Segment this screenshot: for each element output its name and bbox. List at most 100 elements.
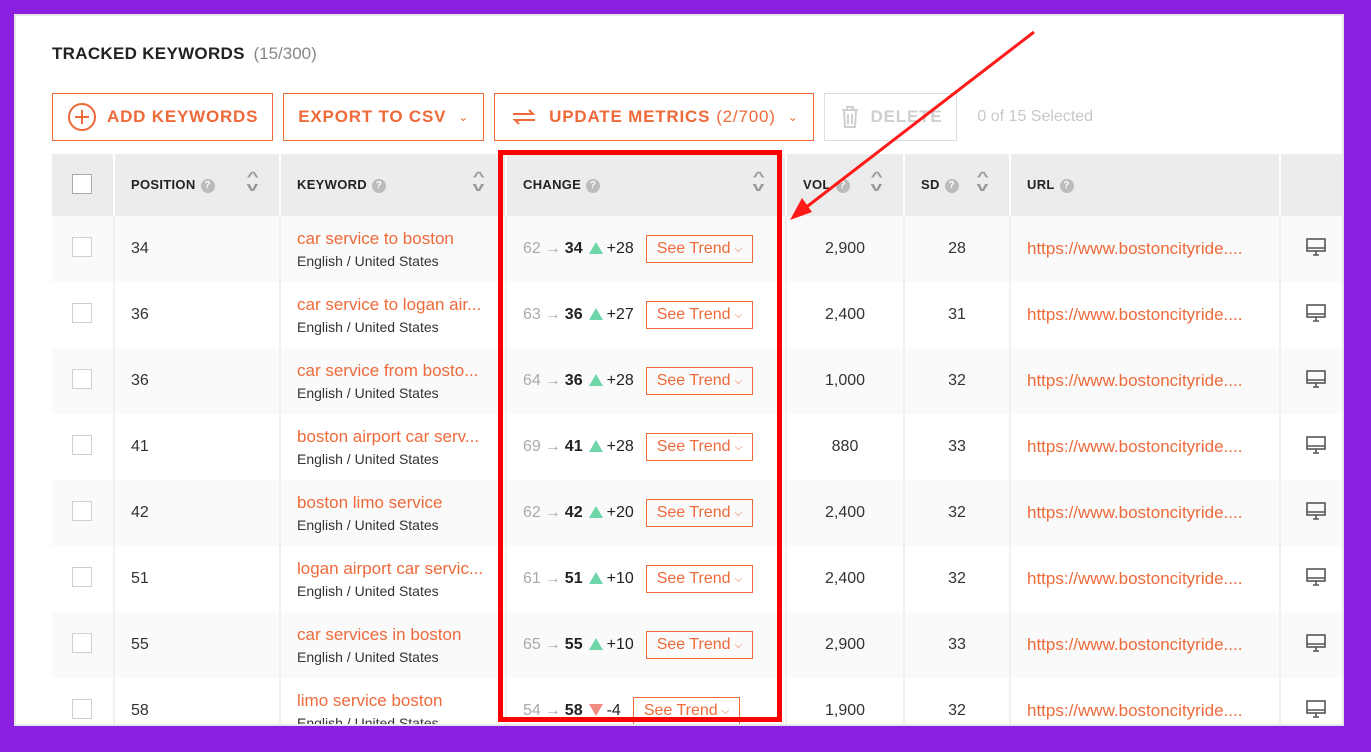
row-checkbox[interactable] — [72, 434, 92, 455]
add-keywords-label: ADD KEYWORDS — [107, 107, 259, 126]
keyword-count: (15/300) — [253, 44, 317, 63]
monitor-icon[interactable] — [1280, 480, 1342, 546]
help-icon[interactable]: ? — [372, 178, 386, 193]
keyword-link[interactable]: boston limo service — [297, 493, 504, 513]
triangle-up-icon — [588, 506, 603, 518]
help-icon[interactable]: ? — [586, 178, 601, 193]
keyword-link[interactable]: car service to boston — [297, 229, 504, 249]
url-cell: https://www.bostoncityride.... — [1010, 282, 1281, 348]
keyword-link[interactable]: boston airport car serv... — [297, 427, 504, 447]
keyword-link[interactable]: car services in boston — [297, 625, 504, 645]
sd-cell: 33 — [904, 414, 1011, 480]
column-vol[interactable]: VOL? ^ v — [786, 154, 905, 216]
column-position[interactable]: POSITION? ^ v — [114, 154, 281, 216]
position-cell: 55 — [114, 612, 281, 678]
chevron-down-icon: ⌄ — [458, 110, 470, 124]
sd-cell: 32 — [904, 546, 1011, 612]
monitor-icon[interactable] — [1280, 348, 1342, 414]
monitor-icon[interactable] — [1280, 546, 1342, 612]
export-csv-label: EXPORT TO CSV — [298, 107, 447, 126]
row-checkbox[interactable] — [72, 302, 92, 323]
url-link[interactable]: https://www.bostoncityride.... — [1027, 635, 1242, 654]
chevron-down-icon: ⌵ — [734, 309, 743, 321]
column-url[interactable]: URL? — [1010, 154, 1281, 216]
see-trend-button[interactable]: See Trend ⌵ — [645, 235, 754, 263]
help-icon[interactable]: ? — [835, 178, 850, 193]
change-cell: 69 → 41 +28 See Trend ⌵ — [506, 414, 787, 480]
url-link[interactable]: https://www.bostoncityride.... — [1027, 437, 1242, 456]
url-link[interactable]: https://www.bostoncityride.... — [1027, 305, 1242, 324]
row-checkbox[interactable] — [72, 632, 92, 653]
add-keywords-button[interactable]: ADD KEYWORDS — [52, 93, 274, 141]
row-select-cell — [52, 414, 115, 480]
url-link[interactable]: https://www.bostoncityride.... — [1027, 569, 1242, 588]
keyword-link[interactable]: limo service boston — [297, 691, 504, 711]
see-trend-button[interactable]: See Trend ⌵ — [645, 499, 754, 527]
sd-cell: 28 — [904, 216, 1011, 282]
column-sd[interactable]: SD? ^ v — [904, 154, 1011, 216]
select-all-cell — [52, 154, 115, 216]
column-keyword[interactable]: KEYWORD? ^ v — [280, 154, 507, 216]
row-checkbox[interactable] — [72, 368, 92, 389]
url-link[interactable]: https://www.bostoncityride.... — [1027, 239, 1242, 258]
update-metrics-label: UPDATE METRICS — [549, 107, 711, 126]
monitor-icon[interactable] — [1280, 282, 1342, 348]
update-metrics-button[interactable]: UPDATE METRICS (2/700) ⌄ — [494, 93, 814, 141]
position-cell: 36 — [114, 348, 281, 414]
help-icon[interactable]: ? — [200, 178, 215, 193]
change-delta: +28 — [606, 372, 634, 390]
tracked-keywords-panel: TRACKED KEYWORDS (15/300) ADD KEYWORDS E… — [14, 14, 1344, 726]
help-icon[interactable]: ? — [944, 178, 959, 193]
see-trend-button[interactable]: See Trend ⌵ — [645, 301, 754, 329]
arrow-right-icon: → — [544, 438, 561, 456]
monitor-icon[interactable] — [1280, 612, 1342, 678]
row-checkbox[interactable] — [72, 698, 92, 719]
keyword-link[interactable]: car service from bosto... — [297, 361, 504, 381]
sd-cell: 31 — [904, 282, 1011, 348]
column-change[interactable]: CHANGE? ^ v — [506, 154, 787, 216]
url-link[interactable]: https://www.bostoncityride.... — [1027, 371, 1242, 390]
vol-cell: 880 — [786, 414, 905, 480]
export-csv-button[interactable]: EXPORT TO CSV ⌄ — [283, 93, 485, 141]
sort-icon[interactable]: ^ v — [753, 170, 765, 193]
sd-cell: 32 — [904, 348, 1011, 414]
change-delta: +27 — [606, 306, 634, 324]
help-icon[interactable]: ? — [1059, 178, 1074, 193]
change-cell: 65 → 55 +10 See Trend ⌵ — [506, 612, 787, 678]
monitor-icon[interactable] — [1280, 216, 1342, 282]
url-cell: https://www.bostoncityride.... — [1010, 678, 1281, 724]
see-trend-button[interactable]: See Trend ⌵ — [645, 631, 754, 659]
row-checkbox[interactable] — [72, 566, 92, 587]
sort-icon[interactable]: ^ v — [473, 170, 485, 193]
see-trend-button[interactable]: See Trend ⌵ — [645, 565, 754, 593]
select-all-checkbox[interactable] — [72, 173, 92, 194]
change-to: 42 — [564, 504, 583, 522]
url-cell: https://www.bostoncityride.... — [1010, 216, 1281, 282]
url-link[interactable]: https://www.bostoncityride.... — [1027, 503, 1242, 522]
page-title: TRACKED KEYWORDS (15/300) — [52, 44, 317, 64]
toolbar: ADD KEYWORDS EXPORT TO CSV ⌄ UPDATE METR… — [52, 92, 1093, 142]
keyword-link[interactable]: logan airport car servic... — [297, 559, 504, 579]
see-trend-button[interactable]: See Trend ⌵ — [632, 697, 741, 724]
monitor-icon[interactable] — [1280, 678, 1342, 724]
keyword-location: English / United States — [297, 451, 439, 467]
row-checkbox[interactable] — [72, 236, 92, 257]
sort-icon[interactable]: ^ v — [871, 170, 883, 193]
change-cell: 54 → 58 -4 See Trend ⌵ — [506, 678, 787, 724]
change-delta: +10 — [606, 570, 634, 588]
see-trend-button[interactable]: See Trend ⌵ — [645, 367, 754, 395]
keyword-link[interactable]: car service to logan air... — [297, 295, 504, 315]
row-checkbox[interactable] — [72, 500, 92, 521]
sort-icon[interactable]: ^ v — [977, 170, 989, 193]
url-link[interactable]: https://www.bostoncityride.... — [1027, 701, 1242, 720]
refresh-icon — [509, 105, 539, 129]
sort-icon[interactable]: ^ v — [247, 170, 259, 193]
vol-cell: 2,900 — [786, 612, 905, 678]
monitor-icon[interactable] — [1280, 414, 1342, 480]
see-trend-button[interactable]: See Trend ⌵ — [645, 433, 754, 461]
delete-button[interactable]: DELETE — [823, 93, 958, 141]
chevron-down-icon: ⌵ — [721, 705, 730, 717]
keyword-location: English / United States — [297, 385, 439, 401]
keyword-location: English / United States — [297, 319, 439, 335]
vol-cell: 2,400 — [786, 282, 905, 348]
